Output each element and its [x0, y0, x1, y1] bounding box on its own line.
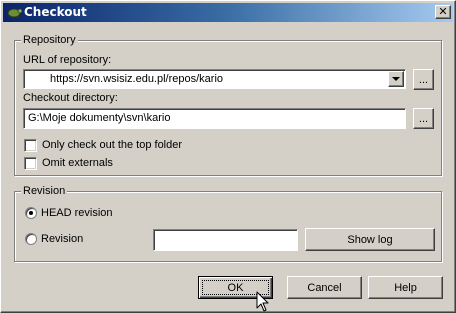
head-revision-radio[interactable]: [25, 207, 37, 219]
url-combobox[interactable]: https://svn.wsisiz.edu.pl/repos/kario: [23, 69, 406, 89]
revision-radio[interactable]: [25, 233, 37, 245]
browse-url-label: ...: [418, 73, 429, 86]
revision-label[interactable]: Revision: [41, 233, 83, 245]
chevron-down-icon[interactable]: [388, 71, 404, 87]
revision-group-title: Revision: [21, 185, 68, 197]
show-log-label: Show log: [347, 233, 393, 246]
mouse-pointer-icon: [256, 291, 269, 312]
url-value: https://svn.wsisiz.edu.pl/repos/kario: [50, 73, 224, 85]
only-top-folder-label[interactable]: Only check out the top folder: [42, 139, 182, 151]
revision-input[interactable]: [153, 229, 298, 251]
browse-dir-button[interactable]: ...: [413, 108, 434, 129]
repository-group-title: Repository: [21, 34, 78, 46]
browse-url-button[interactable]: ...: [413, 69, 434, 90]
cancel-button[interactable]: Cancel: [287, 276, 362, 299]
checkout-dialog: Checkout ✕ Repository URL of repository:…: [0, 0, 456, 313]
browse-dir-label: ...: [418, 112, 429, 125]
close-button[interactable]: ✕: [435, 5, 451, 19]
only-top-folder-checkbox[interactable]: [24, 139, 37, 152]
omit-externals-label[interactable]: Omit externals: [42, 157, 113, 169]
checkout-dir-label: Checkout directory:: [23, 92, 118, 104]
close-icon: ✕: [438, 5, 448, 18]
omit-externals-checkbox[interactable]: [24, 157, 37, 170]
url-label: URL of repository:: [23, 54, 112, 66]
window-title: Checkout: [24, 5, 87, 19]
help-label: Help: [394, 281, 417, 294]
cancel-label: Cancel: [307, 281, 342, 294]
checkout-dir-input[interactable]: G:\Moje dokumenty\svn\kario: [23, 108, 406, 129]
checkout-dir-value: G:\Moje dokumenty\svn\kario: [28, 112, 171, 124]
title-bar[interactable]: Checkout ✕: [3, 3, 453, 22]
tortoise-svn-icon: [7, 8, 22, 19]
revision-group: Revision: [14, 185, 442, 262]
head-revision-label[interactable]: HEAD revision: [41, 207, 113, 219]
show-log-button[interactable]: Show log: [305, 228, 435, 251]
help-button[interactable]: Help: [368, 276, 443, 299]
